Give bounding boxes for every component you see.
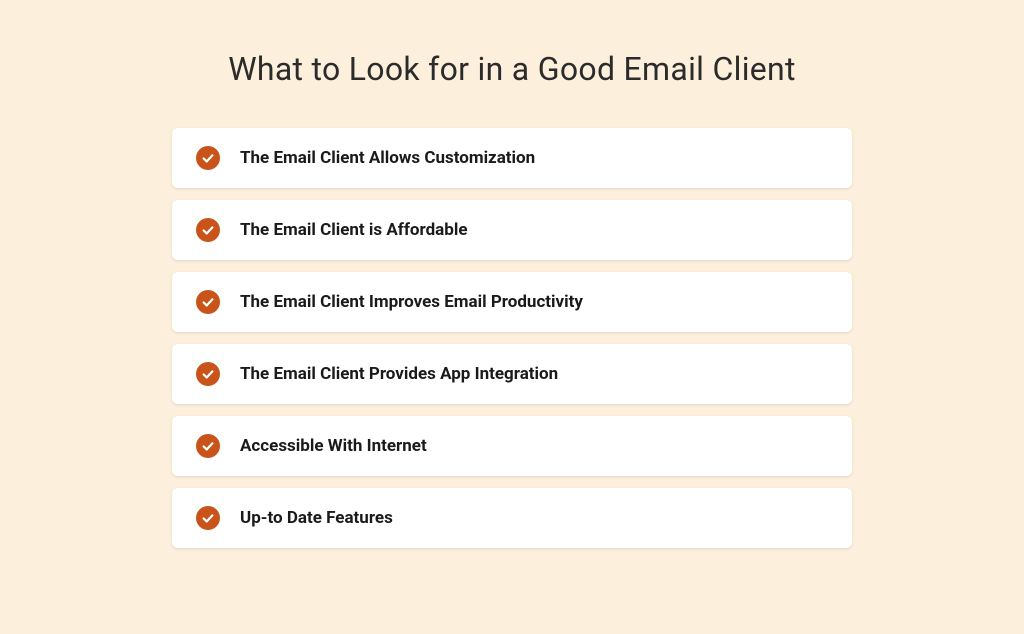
list-item-label: The Email Client Improves Email Producti… — [240, 292, 583, 312]
check-circle-icon — [196, 434, 220, 458]
list-item: The Email Client Improves Email Producti… — [172, 272, 852, 332]
check-circle-icon — [196, 218, 220, 242]
list-item-label: The Email Client is Affordable — [240, 220, 468, 240]
list-item-label: The Email Client Provides App Integratio… — [240, 364, 558, 384]
check-circle-icon — [196, 506, 220, 530]
check-circle-icon — [196, 146, 220, 170]
list-item-label: Accessible With Internet — [240, 436, 427, 456]
list-item: The Email Client Provides App Integratio… — [172, 344, 852, 404]
list-item: The Email Client is Affordable — [172, 200, 852, 260]
page-title: What to Look for in a Good Email Client — [228, 50, 796, 88]
list-item: Accessible With Internet — [172, 416, 852, 476]
list-item-label: Up-to Date Features — [240, 508, 393, 528]
list-item: Up-to Date Features — [172, 488, 852, 548]
check-circle-icon — [196, 362, 220, 386]
list-item: The Email Client Allows Customization — [172, 128, 852, 188]
check-circle-icon — [196, 290, 220, 314]
list-item-label: The Email Client Allows Customization — [240, 148, 535, 168]
checklist-container: The Email Client Allows Customization Th… — [172, 128, 852, 548]
